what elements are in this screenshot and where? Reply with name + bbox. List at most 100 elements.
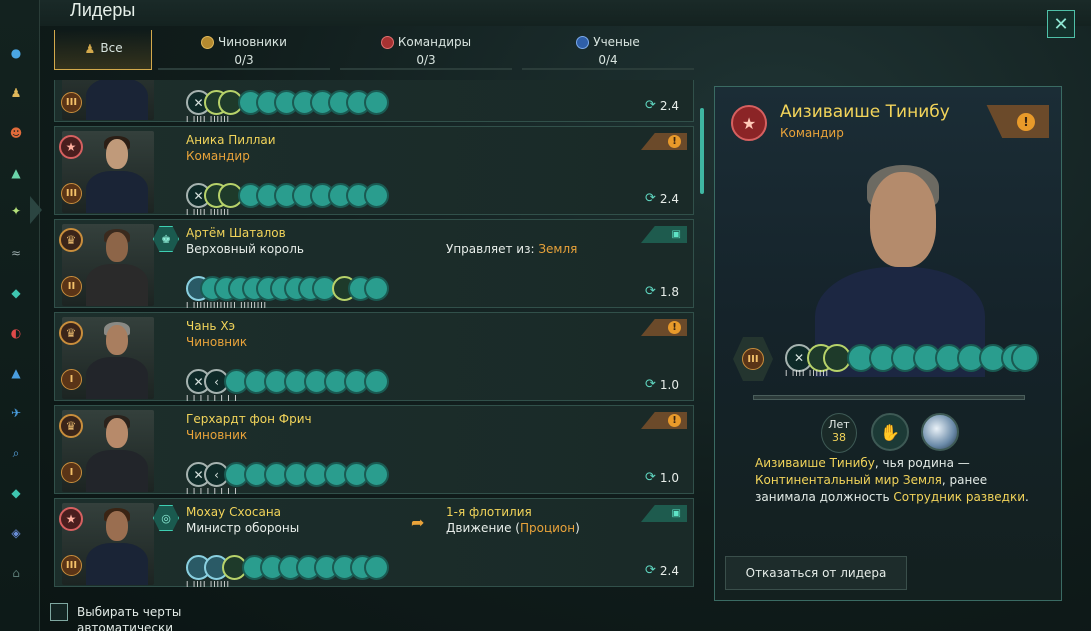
ruling-from: Управляет из: Земля [446,242,577,256]
age-label: Лет [828,418,850,431]
close-icon[interactable]: ✕ [1047,10,1075,38]
warning-badge[interactable]: ! [641,412,687,429]
homeworld-icon[interactable] [921,413,959,451]
upkeep-value: 2.4 [659,563,679,578]
species-icon[interactable]: ☻ [6,124,26,142]
all-leaders-icon: ♟ [84,41,96,56]
leader-card[interactable]: ★ III Аника Пиллаи Командир ✕ I IIII III… [54,126,694,217]
trait-row [186,276,392,302]
upkeep: ⟳ 2.4 [645,563,679,578]
bio-name: Аизиваише Тинибу [755,456,875,470]
warning-icon: ! [668,135,681,148]
commander-class-icon: ★ [59,507,83,531]
trait-row: ✕ [186,90,392,116]
leader-name[interactable]: Аника Пиллаи [186,133,276,147]
leader-name[interactable]: Чань Хэ [186,319,235,333]
commander-icon [380,35,394,49]
fleet-move-icon: ➦ [411,513,425,532]
stations-icon[interactable]: ◆ [6,484,26,502]
list-scrollbar[interactable] [700,108,704,194]
tab-all-label: Все [100,41,123,55]
leader-bio: Аизиваише Тинибу, чья родина — Континент… [755,455,1045,506]
official-class-icon: ♛ [59,321,83,345]
upkeep: ⟳ 2.4 [645,191,679,206]
military-icon[interactable]: ◐ [6,324,26,342]
upkeep: ⟳ 1.0 [645,377,679,392]
tab-commanders[interactable]: Командиры 0/3 [340,30,512,70]
upkeep: ⟳ 1.8 [645,284,679,299]
top-bar [40,0,1091,26]
warning-badge[interactable]: ! [986,105,1049,138]
warning-icon: ! [1017,112,1035,131]
leader-name[interactable]: Герхардт фон Фрич [186,412,312,426]
upkeep-icon: ⟳ [645,563,656,578]
dna-icon[interactable]: ≈ [6,244,26,262]
auto-traits-checkbox[interactable] [50,603,68,621]
leader-role: Чиновник [186,428,248,442]
planets-icon[interactable]: ● [6,44,26,62]
rank-icon: III [733,337,773,381]
upkeep-value: 1.8 [659,284,679,299]
trait-icon [364,90,389,115]
leader-role: Министр обороны [186,521,300,535]
leader-role: Чиновник [186,335,248,349]
leader-card[interactable]: ★ III ◎ Мохау Схосана Министр обороны ➦ … [54,498,694,589]
upkeep-icon: ⟳ [645,377,656,392]
fleet-link[interactable]: 1-я флотилия [446,505,532,519]
trait-levels: I IIII IIIIII [785,369,830,378]
species-trait-icon[interactable]: ✋ [871,413,909,451]
leader-name[interactable]: Артём Шаталов [186,226,286,240]
search-icon[interactable]: ⌕ [6,444,26,462]
rank-icon: I [61,369,82,390]
trait-icon [1011,344,1039,372]
bio-text: . [1025,490,1029,504]
ruling-location-link[interactable]: Земля [538,242,577,256]
trait-row: ✕ ‹ [186,462,392,488]
lock-icon[interactable]: ⌂ [6,564,26,582]
leader-role: Командир [186,149,250,163]
diplomacy-icon[interactable]: ◈ [6,524,26,542]
trait-icon [364,183,389,208]
leader-card[interactable]: ♛ I Чань Хэ Чиновник ✕ ‹ I I I I I I I I… [54,312,694,403]
bio-job: Сотрудник разведки [893,490,1025,504]
trait-levels: I IIII IIIIII [186,580,231,589]
leader-list[interactable]: III ✕ I IIII IIIIII ⟳ 2.4 ★ III Аника Пил… [54,80,694,598]
tab-scientists[interactable]: Ученые 0/4 [522,30,694,70]
leader-name[interactable]: Мохау Схосана [186,505,281,519]
dismiss-leader-button[interactable]: Отказаться от лидера [725,556,907,590]
tab-all[interactable]: ♟ Все [54,30,152,70]
armies-icon[interactable]: ✈ [6,404,26,422]
tab-officials[interactable]: Чиновники 0/3 [158,30,330,70]
minister-icon: ◎ [153,505,179,531]
commander-class-icon: ★ [59,135,83,159]
leader-card[interactable]: ♛ II ♚ Артём Шаталов Верховный король Уп… [54,219,694,310]
ships-icon[interactable]: ▲ [6,364,26,382]
leader-card[interactable]: III ✕ I IIII IIIIII ⟳ 2.4 [54,80,694,124]
active-indicator [30,196,42,224]
leader-tabs: ♟ Все Чиновники 0/3 Командиры 0/3 Ученые … [54,30,696,72]
ruler-badge[interactable]: ▣ [641,226,687,243]
tab-scientists-label: Ученые [593,35,640,49]
fleet-status-end: ) [575,521,580,535]
rank-icon: III [61,183,82,204]
window-title: Лидеры [70,0,136,20]
upkeep-icon: ⟳ [645,284,656,299]
trait-levels: I IIII IIIIII [186,208,231,217]
minister-badge[interactable]: ▣ [641,505,687,522]
trait-row: ✕ ‹ [186,369,392,395]
upkeep-icon: ⟳ [645,191,656,206]
leaders-active-icon[interactable]: ✦ [6,202,26,220]
sectors-icon[interactable]: ▲ [6,164,26,182]
warning-badge[interactable]: ! [641,133,687,150]
fleet-icon[interactable]: ◆ [6,284,26,302]
detail-leader-name: Аизиваише Тинибу [780,102,950,122]
leader-card[interactable]: ♛ I Герхардт фон Фрич Чиновник ✕ ‹ I I I… [54,405,694,496]
trait-levels: I IIIIIIIIIIIII IIIIIIII [186,301,267,310]
leaders-icon[interactable]: ♟ [6,84,26,102]
detail-leader-role: Командир [780,126,844,140]
warning-badge[interactable]: ! [641,319,687,336]
fleet-destination-link[interactable]: Процион [520,521,575,535]
age-badge: Лет 38 [821,413,857,453]
trait-levels: I IIII IIIIII [186,115,231,124]
leader-big-portrait [815,157,985,377]
